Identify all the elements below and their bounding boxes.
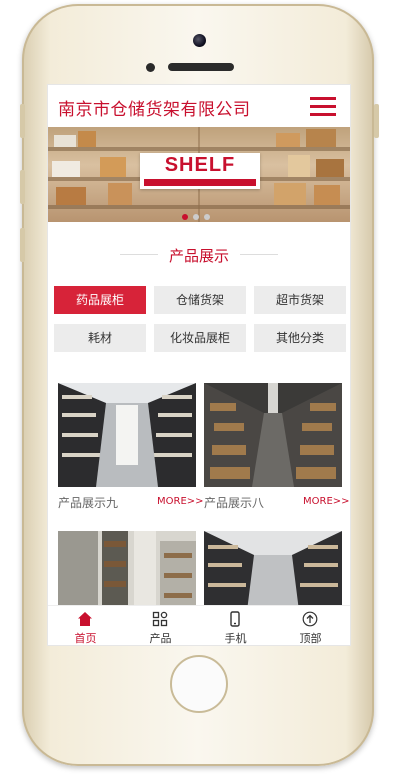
tab-label: 首页 xyxy=(74,632,97,645)
carousel-dot-3[interactable] xyxy=(204,214,210,220)
category-warehouse-shelf[interactable]: 仓储货架 xyxy=(154,286,246,314)
category-other[interactable]: 其他分类 xyxy=(254,324,346,352)
category-supermarket-shelf[interactable]: 超市货架 xyxy=(254,286,346,314)
category-pharmacy-display[interactable]: 药品展柜 xyxy=(54,286,146,314)
site-title[interactable]: 南京市仓储货架有限公司 xyxy=(58,95,251,120)
tab-label: 产品 xyxy=(149,632,172,645)
grid-icon xyxy=(152,611,168,627)
product-image[interactable] xyxy=(58,383,196,487)
carousel-dots xyxy=(182,205,215,224)
tab-mobile[interactable]: 手机 xyxy=(198,606,273,645)
product-more-link[interactable]: MORE>> xyxy=(303,496,350,507)
carousel-dot-1[interactable] xyxy=(182,214,188,220)
product-name[interactable]: 产品展示八 xyxy=(204,494,264,511)
phone-icon xyxy=(230,611,240,627)
product-more-link[interactable]: MORE>> xyxy=(157,496,204,507)
screen: 南京市仓储货架有限公司 SHELF 产品展示 药品展柜 仓储货架 超市货架 耗材… xyxy=(47,84,351,646)
tab-label: 手机 xyxy=(224,632,247,645)
carousel-dot-2[interactable] xyxy=(193,214,199,220)
volume-down-button xyxy=(20,228,25,262)
tab-top[interactable]: 顶部 xyxy=(273,606,348,645)
tab-home[interactable]: 首页 xyxy=(48,606,123,645)
home-button[interactable] xyxy=(170,655,228,713)
camera xyxy=(193,34,206,47)
banner-title: SHELF xyxy=(164,154,236,176)
category-cosmetics-display[interactable]: 化妆品展柜 xyxy=(154,324,246,352)
menu-icon[interactable] xyxy=(310,97,336,117)
sensor xyxy=(146,63,155,72)
header: 南京市仓储货架有限公司 xyxy=(48,85,350,127)
banner-subtitle-strip xyxy=(144,179,256,186)
power-button xyxy=(374,104,379,138)
arrow-up-icon xyxy=(302,611,318,627)
divider-right xyxy=(240,254,278,255)
product-name[interactable]: 产品展示九 xyxy=(58,494,118,511)
home-icon xyxy=(78,612,92,626)
speaker-grille xyxy=(168,63,234,71)
bottom-tab-bar: 首页 产品 手机 顶部 xyxy=(48,605,350,645)
category-consumables[interactable]: 耗材 xyxy=(54,324,146,352)
section-title: 产品展示 xyxy=(168,247,229,265)
mute-switch xyxy=(20,104,25,138)
tab-products[interactable]: 产品 xyxy=(123,606,198,645)
volume-up-button xyxy=(20,170,25,204)
tab-label: 顶部 xyxy=(299,632,322,645)
product-image[interactable] xyxy=(204,383,342,487)
